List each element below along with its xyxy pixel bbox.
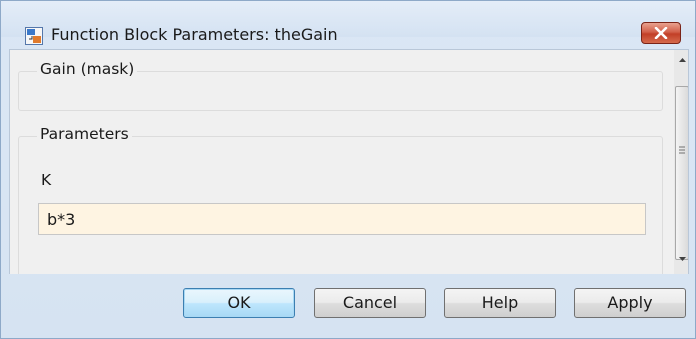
mask-group-title: Gain (mask)	[37, 60, 138, 78]
ok-button[interactable]: OK	[183, 288, 295, 318]
dialog-content: Gain (mask) Parameters K	[9, 49, 689, 274]
cancel-button[interactable]: Cancel	[314, 288, 426, 318]
apply-button[interactable]: Apply	[574, 288, 686, 318]
parameters-group-title: Parameters	[37, 125, 132, 143]
scroll-up-icon[interactable]	[674, 52, 688, 69]
k-parameter-input[interactable]	[38, 203, 646, 235]
k-parameter-label: K	[41, 171, 52, 189]
help-button[interactable]: Help	[444, 288, 556, 318]
close-button[interactable]	[641, 22, 681, 44]
vertical-scrollbar[interactable]	[674, 50, 688, 274]
scroll-thumb[interactable]	[675, 86, 688, 260]
dialog-window: Function Block Parameters: theGain Gain …	[0, 0, 696, 339]
window-title: Function Block Parameters: theGain	[51, 25, 338, 44]
simulink-block-icon	[25, 27, 43, 45]
scroll-down-icon[interactable]	[674, 250, 688, 267]
